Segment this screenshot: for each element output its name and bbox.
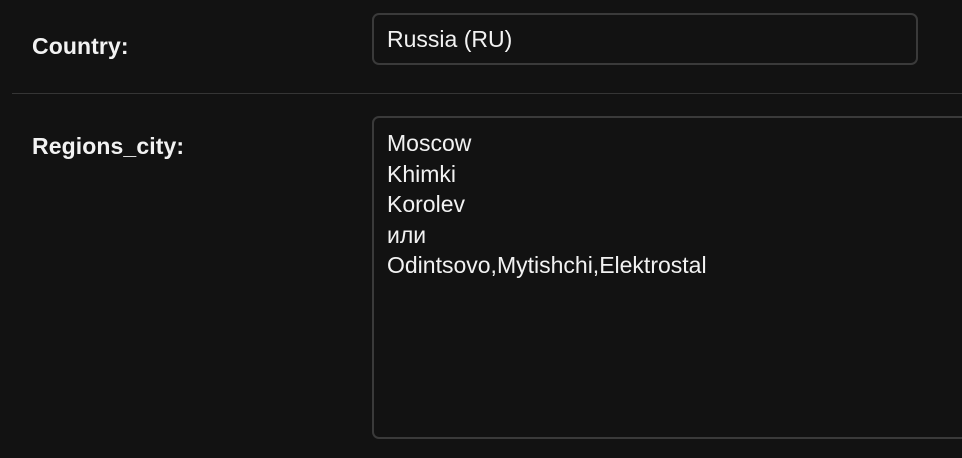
country-input[interactable] <box>372 13 918 65</box>
regions-city-form-row: Regions_city: Moscow Khimki Korolev или … <box>0 94 962 458</box>
country-form-row: Country: <box>0 0 962 93</box>
regions-city-textarea[interactable]: Moscow Khimki Korolev или Odintsovo,Myti… <box>372 116 962 439</box>
country-label: Country: <box>32 33 129 59</box>
regions-city-label: Regions_city: <box>32 133 185 159</box>
